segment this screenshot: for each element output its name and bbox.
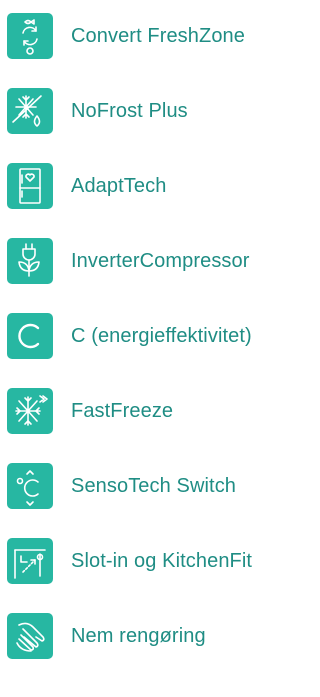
- feature-label: C (energieffektivitet): [71, 324, 252, 347]
- feature-item-easy-cleaning[interactable]: Nem rengøring: [7, 613, 206, 659]
- feature-label: SensoTech Switch: [71, 474, 237, 497]
- feature-item-slot-in-kitchenfit[interactable]: Slot-in og KitchenFit: [7, 538, 252, 584]
- inverter-compressor-icon: [7, 238, 53, 284]
- adapttech-icon: [7, 163, 53, 209]
- feature-item-adapttech[interactable]: AdaptTech: [7, 163, 166, 209]
- feature-item-inverter-compressor[interactable]: InverterCompressor: [7, 238, 250, 284]
- feature-label: Nem rengøring: [71, 624, 206, 647]
- easy-cleaning-icon: [7, 613, 53, 659]
- feature-label: AdaptTech: [71, 174, 167, 197]
- energy-class-c-icon: [7, 313, 53, 359]
- feature-list: Convert FreshZone NoFrost Plus AdaptTech: [0, 0, 318, 697]
- feature-item-fastfreeze[interactable]: FastFreeze: [7, 388, 173, 434]
- fastfreeze-icon: [7, 388, 53, 434]
- feature-item-sensotech-switch[interactable]: SensoTech Switch: [7, 463, 236, 509]
- feature-item-convert-freshzone[interactable]: Convert FreshZone: [7, 13, 245, 59]
- feature-label: Slot-in og KitchenFit: [71, 549, 253, 572]
- feature-item-nofrost-plus[interactable]: NoFrost Plus: [7, 88, 188, 134]
- feature-label: InverterCompressor: [71, 249, 250, 272]
- sensotech-switch-icon: [7, 463, 53, 509]
- feature-label: NoFrost Plus: [71, 99, 188, 122]
- feature-item-energy-class[interactable]: C (energieffektivitet): [7, 313, 252, 359]
- feature-label: Convert FreshZone: [71, 24, 245, 47]
- feature-label: FastFreeze: [71, 399, 174, 422]
- slot-in-kitchenfit-icon: [7, 538, 53, 584]
- convert-freshzone-icon: [7, 13, 53, 59]
- nofrost-plus-icon: [7, 88, 53, 134]
